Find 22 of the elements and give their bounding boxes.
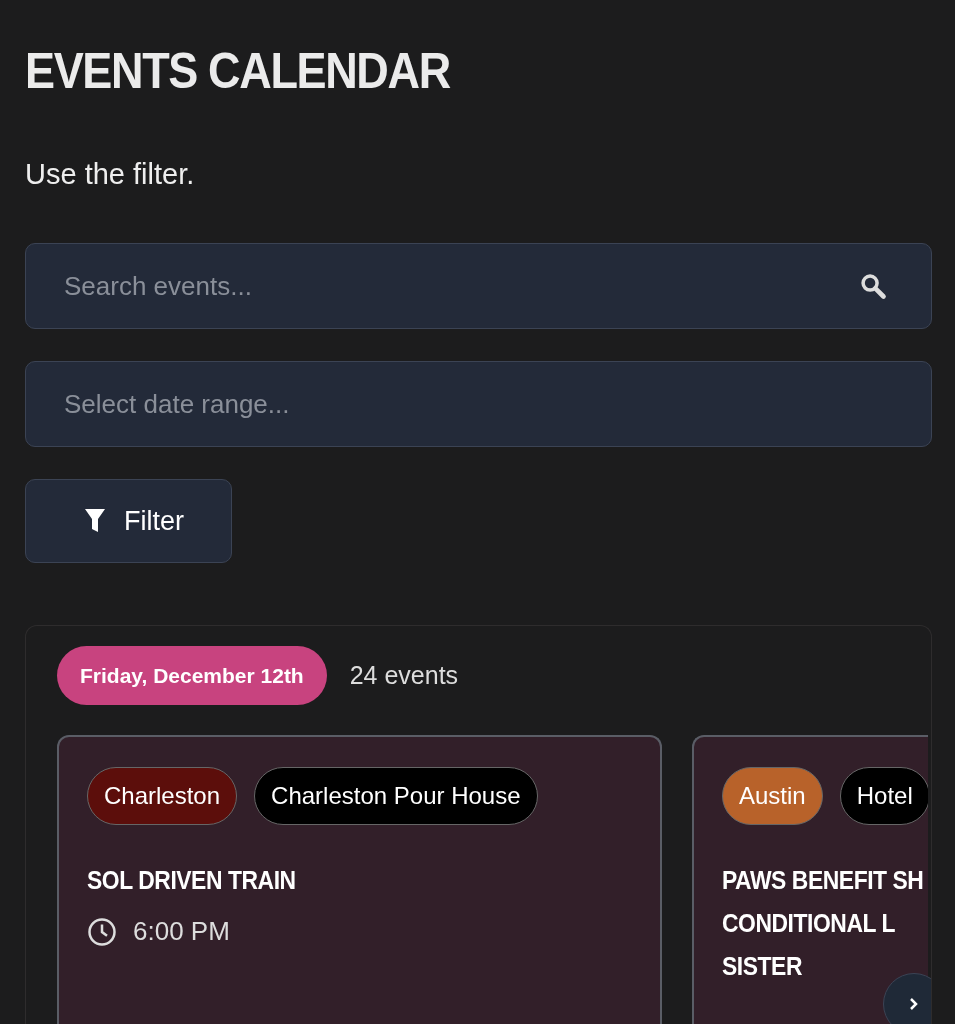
date-range-field[interactable]: Select date range... [25, 361, 932, 447]
tag: Hotel [839, 767, 928, 825]
event-card[interactable]: Austin Hotel PAWS BENEFIT SH CONDITIONAL L SISTER [692, 735, 928, 1024]
tag: Charleston Pour House [254, 767, 538, 825]
search-icon[interactable] [859, 272, 887, 300]
event-title: CONDITIONAL L [722, 907, 896, 940]
event-title: SOL DRIVEN TRAIN [87, 864, 296, 897]
event-count: 24 events [349, 661, 459, 690]
chevron-right-icon [908, 997, 920, 1011]
clock-icon [87, 916, 117, 947]
tag: Austin [722, 767, 823, 825]
funnel-icon [84, 507, 106, 535]
filter-button[interactable]: Filter [25, 479, 232, 563]
search-field[interactable]: Search events... [25, 243, 932, 329]
page-title: EVENTS CALENDAR [25, 42, 450, 101]
tag: Charleston [87, 767, 238, 825]
subtitle: Use the filter. [25, 158, 196, 191]
event-card[interactable]: Charleston Charleston Pour House SOL DRIVEN TRAIN 6:00 PM [57, 735, 662, 1024]
date-badge: Friday, December 12th [57, 646, 327, 705]
event-title: SISTER [722, 950, 802, 983]
event-time: 6:00 PM [133, 916, 230, 947]
event-title: PAWS BENEFIT SH [722, 864, 924, 897]
